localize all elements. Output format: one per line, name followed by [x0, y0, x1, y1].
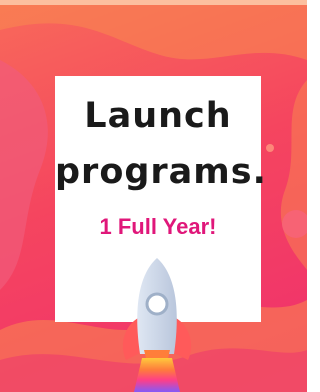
promo-poster: Launch programs. 1 Full Year!	[0, 0, 307, 392]
subheadline: 1 Full Year!	[99, 214, 217, 239]
headline-line-1: Launch	[84, 96, 232, 136]
headline-line-2: programs.	[55, 152, 267, 192]
rocket-icon	[122, 258, 192, 392]
